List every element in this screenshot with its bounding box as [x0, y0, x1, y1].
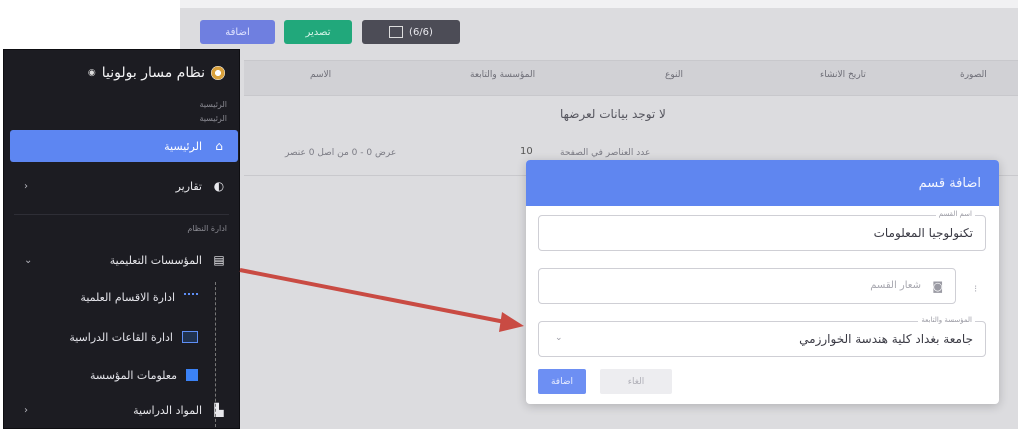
- arrow-line: [239, 268, 506, 324]
- arrow-head: [499, 312, 524, 332]
- annotation-arrow: [239, 268, 524, 332]
